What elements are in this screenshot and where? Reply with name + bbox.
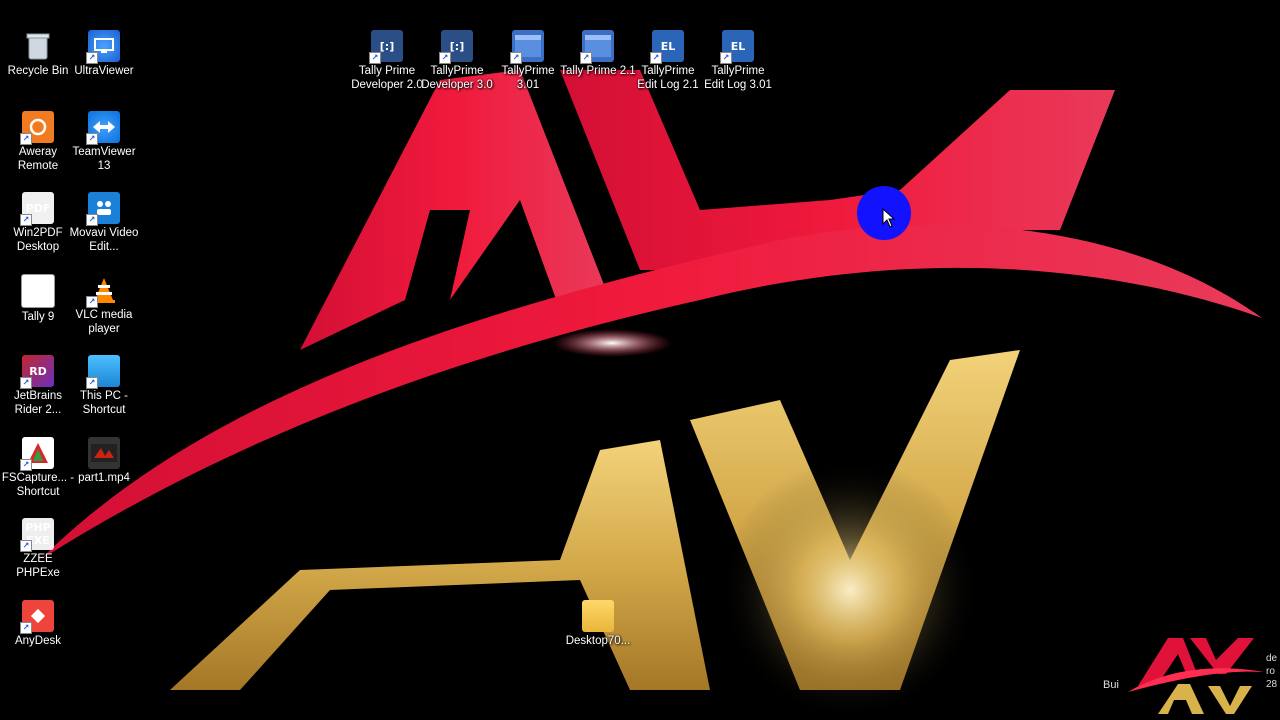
edit-log-glyph-text: EL — [660, 39, 676, 53]
desktop-icon-movavi-video-editor[interactable]: ↗ Movavi Video Edit... — [66, 192, 142, 266]
win2pdf-glyph-text: PDF — [25, 201, 51, 215]
desktop-icon-anydesk[interactable]: ↗ AnyDesk — [0, 600, 76, 674]
desktop-icon-teamviewer-13[interactable]: ↗ TeamViewer 13 — [66, 111, 142, 185]
shortcut-arrow-icon: ↗ — [86, 133, 98, 145]
tallyprime-developer-icon: [:] ↗ — [439, 30, 473, 64]
desktop-icon-vlc-media-player[interactable]: ↗ VLC media player — [66, 274, 142, 348]
aweray-remote-icon: ↗ — [20, 111, 54, 145]
mouse-pointer-icon — [882, 208, 896, 228]
jetbrains-rider-icon: RD ↗ — [20, 355, 54, 389]
shortcut-arrow-icon: ↗ — [439, 52, 451, 64]
desktop-icon-tallyprime-developer-2-0[interactable]: [:] ↗ Tally Prime Developer 2.0 — [349, 30, 425, 104]
desktop-icon-label: Tally Prime Developer 2.0 — [351, 65, 423, 91]
movavi-icon: ↗ — [86, 192, 120, 226]
video-file-icon — [88, 437, 120, 469]
desktop-icon-label: ZZEE PHPExe — [16, 553, 60, 579]
desktop-icon-tally-9[interactable]: Tally Tally 9 — [0, 274, 76, 348]
desktop-icon-folder[interactable]: Desktop70... — [560, 600, 636, 674]
shortcut-arrow-icon: ↗ — [86, 52, 98, 64]
shortcut-arrow-icon: ↗ — [20, 540, 32, 552]
desktop-icon-tallyprime-developer-3-0[interactable]: [:] ↗ TallyPrime Developer 3.0 — [419, 30, 495, 104]
desktop-icon-label: TallyPrime Developer 3.0 — [421, 65, 493, 91]
desktop-icon-tallyprime-3-01[interactable]: ↗ TallyPrime 3.01 — [490, 30, 566, 104]
desktop-icon-label: Desktop70... — [565, 635, 631, 647]
desktop-icon-label: Movavi Video Edit... — [69, 227, 139, 253]
desktop-icon-ultraviewer[interactable]: ↗ UltraViewer — [66, 30, 142, 104]
teamviewer-icon: ↗ — [86, 111, 120, 145]
desktop-icon-fscapture-shortcut[interactable]: ↗ FSCapture... - Shortcut — [0, 437, 76, 511]
ultraviewer-icon: ↗ — [86, 30, 120, 64]
edit-log-icon: EL ↗ — [720, 30, 754, 64]
shortcut-arrow-icon: ↗ — [720, 52, 732, 64]
desktop-icon-jetbrains-rider[interactable]: RD ↗ JetBrains Rider 2... — [0, 355, 76, 429]
desktop-icon-label: VLC media player — [75, 309, 133, 335]
shortcut-arrow-icon: ↗ — [86, 214, 98, 226]
desktop-icon-label: AnyDesk — [14, 635, 62, 647]
desktop-icon-label: Recycle Bin — [7, 65, 69, 77]
desktop-icon-label: Tally 9 — [21, 311, 55, 323]
tally-9-icon: Tally — [21, 274, 55, 308]
desktop-icon-tallyprime-edit-log-3-01[interactable]: EL ↗ TallyPrime Edit Log 3.01 — [700, 30, 776, 104]
desktop-icon-label: FSCapture... - Shortcut — [1, 472, 75, 498]
desktop-icon-tallyprime-edit-log-2-1[interactable]: EL ↗ TallyPrime Edit Log 2.1 — [630, 30, 706, 104]
anydesk-icon: ↗ — [20, 600, 54, 634]
desktop-icon-part1-mp4[interactable]: part1.mp4 — [66, 437, 142, 511]
shortcut-arrow-icon: ↗ — [650, 52, 662, 64]
tallyprime-window-icon: ↗ — [510, 30, 544, 64]
shortcut-arrow-icon: ↗ — [369, 52, 381, 64]
tallyprime-window-icon: ↗ — [580, 30, 614, 64]
desktop-icon-label: TallyPrime 3.01 — [501, 65, 555, 91]
desktop-icon-label: This PC - Shortcut — [80, 390, 128, 416]
rider-glyph-text: RD — [29, 364, 47, 378]
shortcut-arrow-icon: ↗ — [510, 52, 522, 64]
desktop-icon-label: TallyPrime Edit Log 2.1 — [637, 65, 699, 91]
vlc-cone-icon: ↗ — [86, 274, 120, 308]
shortcut-arrow-icon: ↗ — [86, 296, 98, 308]
desktop-icon-zzee-phpexe[interactable]: PHP EXE ↗ ZZEE PHPExe — [0, 518, 76, 592]
edit-log-glyph-text: EL — [730, 39, 746, 53]
desktop-icon-recycle-bin[interactable]: Recycle Bin — [0, 30, 76, 104]
shortcut-arrow-icon: ↗ — [86, 377, 98, 389]
tally-dev-glyph-text: [:] — [379, 39, 395, 53]
desktop[interactable]: Recycle Bin ↗ UltraViewer ↗ Aweray Remot… — [0, 0, 1280, 720]
channel-logo-watermark — [1128, 638, 1264, 714]
shortcut-arrow-icon: ↗ — [20, 133, 32, 145]
shortcut-arrow-icon: ↗ — [20, 622, 32, 634]
desktop-icon-label: part1.mp4 — [78, 472, 130, 484]
corner-text: Bui — [1103, 679, 1119, 691]
shortcut-arrow-icon: ↗ — [580, 52, 592, 64]
edit-log-icon: EL ↗ — [650, 30, 684, 64]
desktop-icon-label: TallyPrime Edit Log 3.01 — [704, 65, 772, 91]
desktop-icon-win2pdf-desktop[interactable]: PDF ↗ Win2PDF Desktop — [0, 192, 76, 266]
monitor-icon: ↗ — [86, 355, 120, 389]
shortcut-arrow-icon: ↗ — [20, 377, 32, 389]
tallyprime-developer-icon: [:] ↗ — [369, 30, 403, 64]
desktop-icon-label: TeamViewer 13 — [72, 146, 136, 172]
folder-icon — [582, 600, 614, 632]
desktop-icon-label: Aweray Remote — [17, 146, 59, 172]
desktop-icon-tally-prime-2-1[interactable]: ↗ Tally Prime 2.1 — [560, 30, 636, 104]
desktop-icon-label: Tally Prime 2.1 — [560, 65, 636, 77]
recycle-bin-icon — [22, 30, 54, 62]
desktop-icon-aweray-remote[interactable]: ↗ Aweray Remote — [0, 111, 76, 185]
desktop-icon-label: Win2PDF Desktop — [13, 227, 63, 253]
phpexe-icon: PHP EXE ↗ — [20, 518, 54, 552]
win2pdf-icon: PDF ↗ — [20, 192, 54, 226]
tally-9-glyph-text: Tally — [23, 284, 53, 298]
shortcut-arrow-icon: ↗ — [20, 459, 32, 471]
desktop-icon-this-pc-shortcut[interactable]: ↗ This PC - Shortcut — [66, 355, 142, 429]
shortcut-arrow-icon: ↗ — [20, 214, 32, 226]
desktop-icon-label: JetBrains Rider 2... — [14, 390, 62, 416]
fscapture-icon: ↗ — [20, 437, 54, 471]
tally-dev-glyph-text: [:] — [449, 39, 465, 53]
wallpaper-logo-art — [40, 70, 1262, 720]
desktop-icon-label: UltraViewer — [74, 65, 134, 77]
